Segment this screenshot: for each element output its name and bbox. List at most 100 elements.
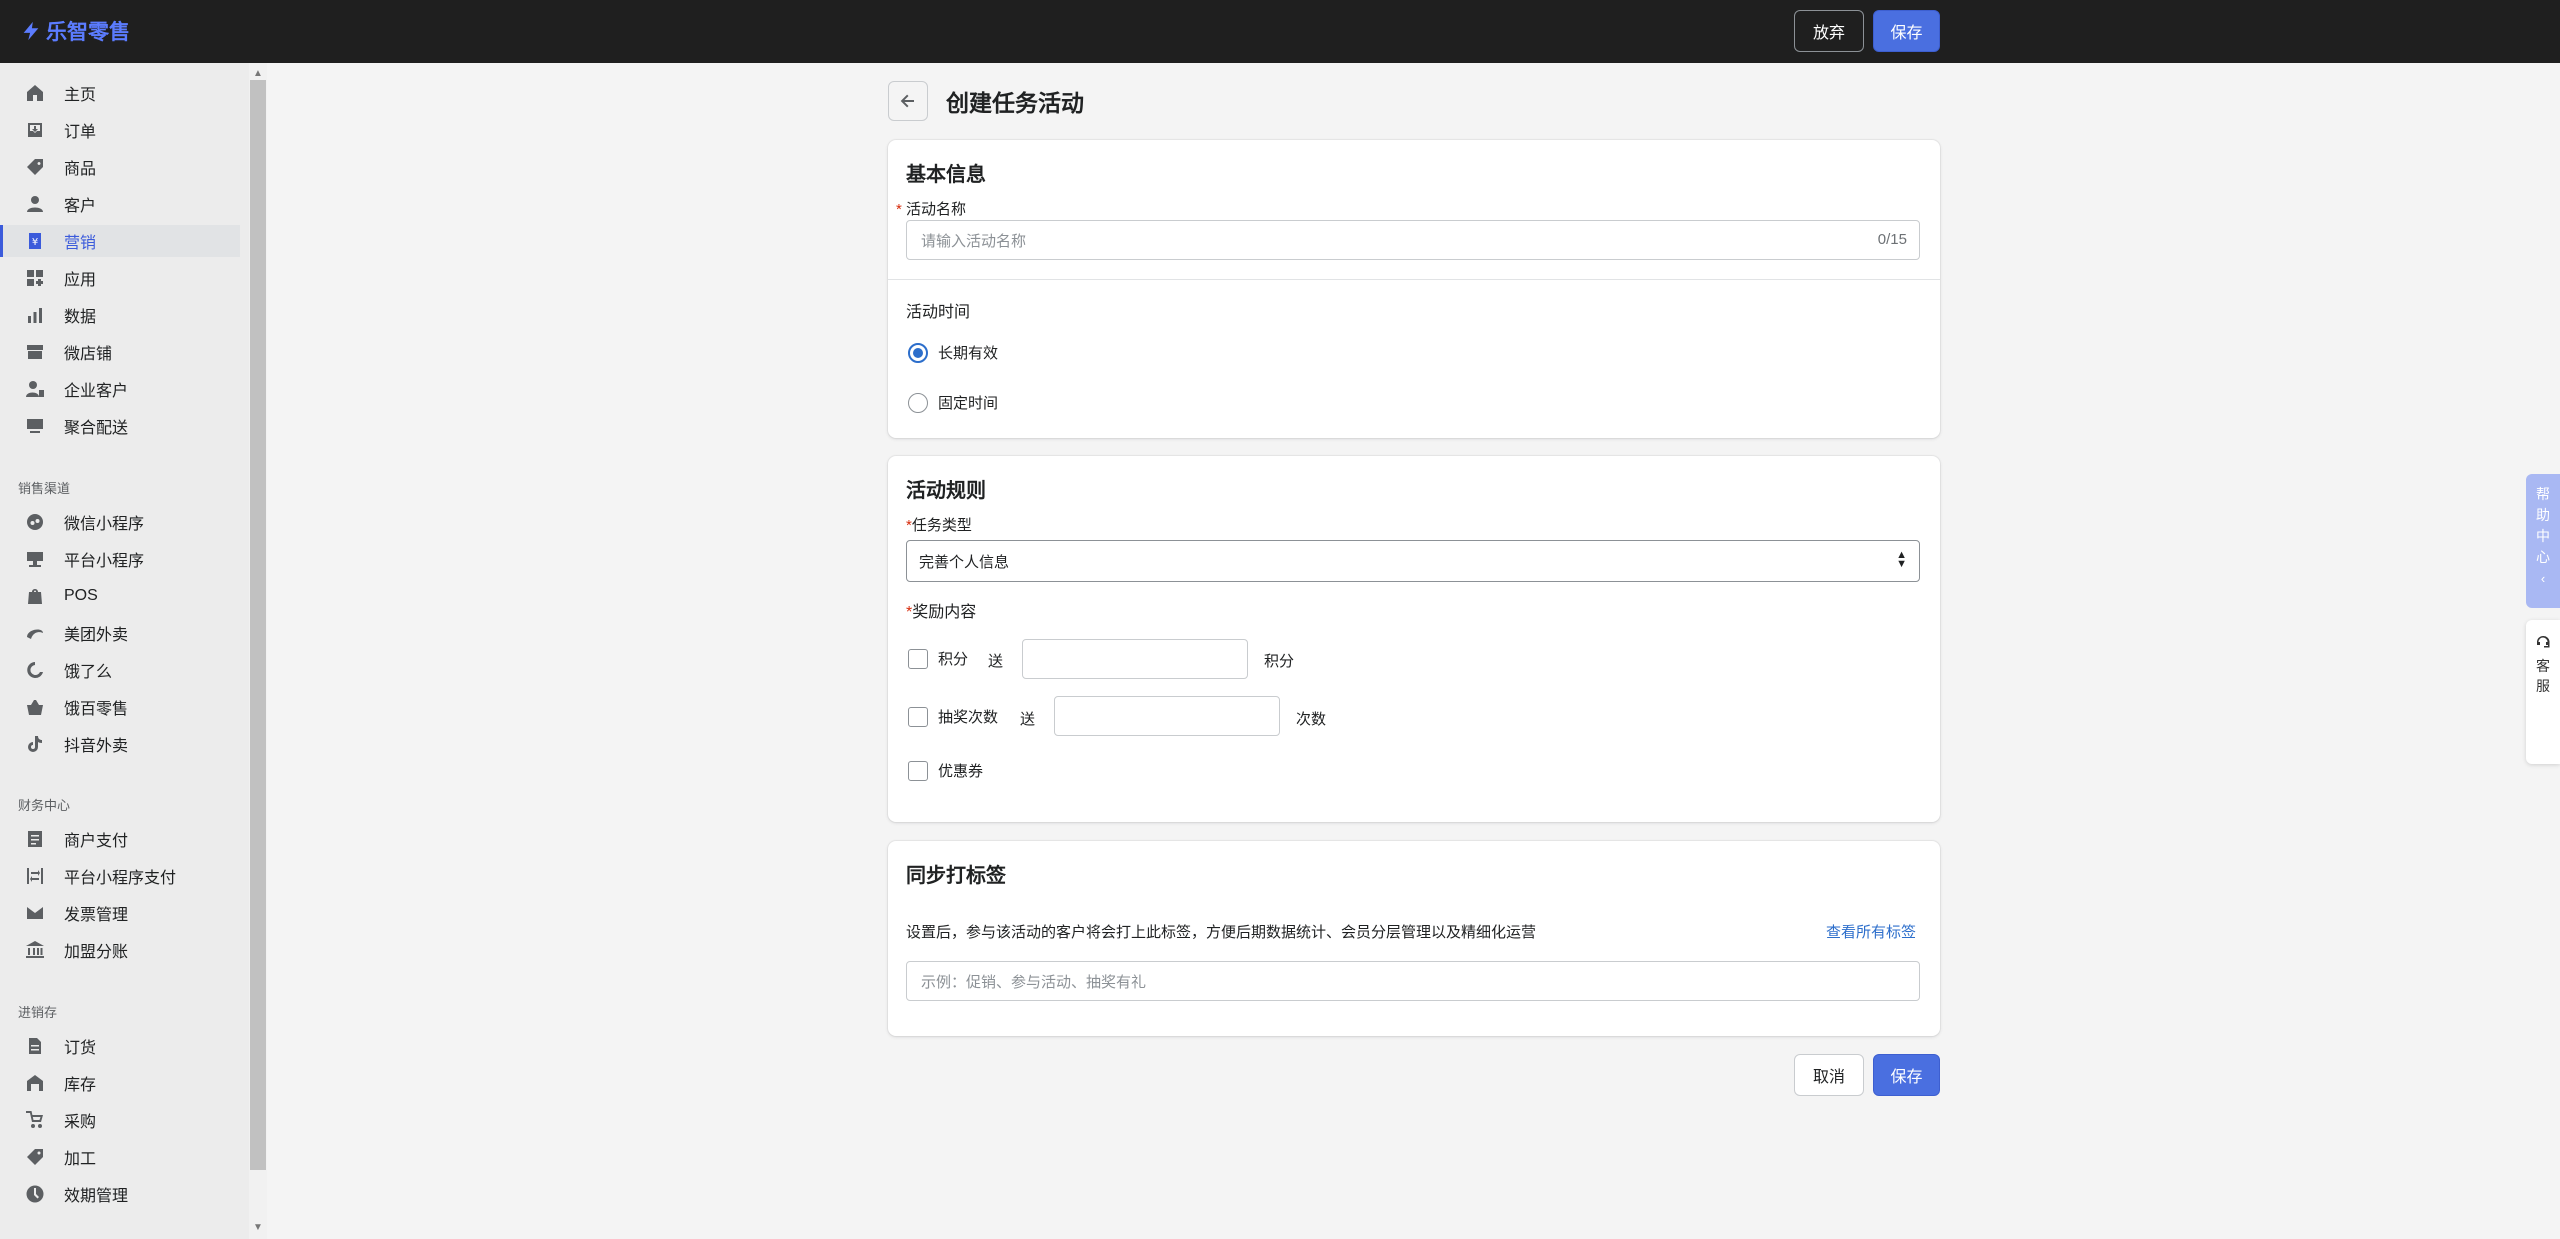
sidebar-item-label: 饿了么 — [64, 664, 113, 681]
page-title: 创建任务活动 — [946, 90, 1084, 116]
process-icon — [24, 1146, 46, 1168]
sidebar-item-data[interactable]: 数据 — [0, 299, 240, 331]
sidebar-item-wechat[interactable]: 微信小程序 — [0, 506, 240, 538]
activity-name-input[interactable]: 请输入活动名称 0/15 — [906, 220, 1920, 260]
payment-icon — [24, 828, 46, 850]
view-all-tags-link[interactable]: 查看所有标签 — [1826, 921, 1916, 942]
sidebar-scrollbar-thumb[interactable] — [250, 80, 266, 1170]
scroll-down-arrow-icon[interactable]: ▼ — [252, 1222, 264, 1234]
radio-button[interactable] — [908, 392, 928, 413]
store-icon — [24, 341, 46, 363]
sidebar-item-store[interactable]: 微店铺 — [0, 336, 240, 368]
logo-icon — [23, 21, 39, 41]
sidebar-item-douyin[interactable]: 抖音外卖 — [0, 728, 240, 760]
sidebar-item-products[interactable]: 商品 — [0, 151, 240, 183]
lottery-unit-label: 次数 — [1296, 711, 1327, 728]
top-save-button[interactable]: 保存 — [1873, 10, 1940, 52]
sidebar-item-franchise[interactable]: 加盟分账 — [0, 934, 240, 966]
sidebar-item-orders[interactable]: 订单 — [0, 114, 240, 146]
lottery-checkbox[interactable] — [908, 706, 928, 727]
apps-icon — [24, 267, 46, 289]
points-input[interactable] — [1022, 639, 1248, 679]
sidebar-item-label: 聚合配送 — [64, 420, 129, 437]
sidebar-item-ebai[interactable]: 饿百零售 — [0, 691, 240, 723]
sidebar-item-invoice[interactable]: 发票管理 — [0, 897, 240, 929]
sidebar-item-label: 饿百零售 — [64, 701, 129, 718]
logo-text: 乐智零售 — [46, 21, 130, 44]
sidebar-item-ordering[interactable]: 订货 — [0, 1030, 240, 1062]
sidebar-item-customers[interactable]: 客户 — [0, 188, 240, 220]
radio-fixed-time[interactable]: 固定时间 — [908, 392, 998, 413]
sidebar-item-stock[interactable]: 库存 — [0, 1067, 240, 1099]
sidebar-item-processing[interactable]: 加工 — [0, 1141, 240, 1173]
home-icon — [24, 82, 46, 104]
sidebar-item-apps[interactable]: 应用 — [0, 262, 240, 294]
sidebar-item-label: 加盟分账 — [64, 944, 129, 961]
wechat-miniprogram-icon — [24, 511, 46, 533]
sidebar-item-meituan[interactable]: 美团外卖 — [0, 617, 240, 649]
help-center-label: 帮助中心 — [2536, 486, 2550, 565]
back-button[interactable] — [888, 81, 928, 121]
select-arrows-icon: ▲ ▼ — [1896, 549, 1907, 570]
app-logo[interactable]: 乐智零售 — [20, 18, 130, 44]
radio-long-term[interactable]: 长期有效 — [908, 342, 998, 363]
sidebar-item-label: 数据 — [64, 309, 97, 326]
sidebar-item-pos[interactable]: POS — [0, 580, 240, 612]
sidebar-item-enterprise[interactable]: 企业客户 — [0, 373, 240, 405]
divider — [888, 279, 1940, 280]
sidebar-item-merchant-pay[interactable]: 商户支付 — [0, 823, 240, 855]
sidebar-item-label: 效期管理 — [64, 1188, 129, 1205]
sidebar-item-label: 主页 — [64, 87, 97, 104]
basic-info-card: 基本信息 * 活动名称 请输入活动名称 0/15 活动时间 长期有效 固定时间 — [888, 140, 1940, 438]
section-label-finance: 财务中心 — [18, 798, 71, 813]
sidebar-item-expiry[interactable]: 效期管理 — [0, 1178, 240, 1210]
task-type-select[interactable]: 完善个人信息 ▲ ▼ — [906, 540, 1920, 582]
purchase-icon — [24, 1109, 46, 1131]
select-value: 完善个人信息 — [919, 553, 1010, 571]
radio-label: 固定时间 — [938, 395, 999, 412]
sidebar-item-delivery[interactable]: 聚合配送 — [0, 410, 240, 442]
activity-name-label: * 活动名称 — [896, 198, 966, 219]
chevron-left-icon: ‹ — [2540, 571, 2546, 586]
sidebar-item-label: 平台小程序 — [64, 553, 145, 570]
section-title: 活动规则 — [906, 480, 986, 502]
eleme-icon — [24, 659, 46, 681]
discard-button[interactable]: 放弃 — [1794, 10, 1864, 52]
customer-service-tab[interactable]: 客服 — [2526, 620, 2560, 764]
lottery-input[interactable] — [1054, 696, 1280, 736]
delivery-icon — [24, 415, 46, 437]
sidebar-item-label: 客户 — [64, 198, 97, 215]
activity-time-label: 活动时间 — [906, 304, 971, 321]
enterprise-person-icon — [24, 378, 46, 400]
section-title: 基本信息 — [906, 164, 986, 186]
coupon-checkbox[interactable] — [908, 760, 928, 781]
person-icon — [24, 193, 46, 215]
sidebar-item-home[interactable]: 主页 — [0, 77, 240, 109]
points-checkbox[interactable] — [908, 648, 928, 669]
reward-coupon-row: 优惠券 — [908, 760, 983, 781]
transfer-icon — [24, 865, 46, 887]
tags-description: 设置后，参与该活动的客户将会打上此标签，方便后期数据统计、会员分层管理以及精细化… — [906, 924, 1537, 941]
label-text: 奖励内容 — [912, 604, 977, 621]
help-center-tab[interactable]: 帮助中心 ‹ — [2526, 474, 2560, 608]
radio-button[interactable] — [908, 342, 928, 363]
sidebar-item-platform-pay[interactable]: 平台小程序支付 — [0, 860, 240, 892]
tiktok-icon — [24, 733, 46, 755]
sidebar-item-eleme[interactable]: 饿了么 — [0, 654, 240, 686]
save-button[interactable]: 保存 — [1873, 1054, 1940, 1096]
reward-points-row: 积分 — [908, 648, 968, 669]
tags-input[interactable]: 示例：促销、参与活动、抽奖有礼 — [906, 961, 1920, 1001]
sidebar-item-label: 营销 — [64, 235, 97, 252]
cancel-button[interactable]: 取消 — [1794, 1054, 1864, 1096]
sidebar-item-label: 微信小程序 — [64, 516, 145, 533]
section-label-sales: 销售渠道 — [18, 481, 71, 496]
scroll-up-arrow-icon[interactable]: ▲ — [252, 68, 264, 80]
meituan-icon — [24, 622, 46, 644]
orders-icon — [24, 119, 46, 141]
sidebar-item-purchase[interactable]: 采购 — [0, 1104, 240, 1136]
tag-icon — [24, 156, 46, 178]
sidebar-item-marketing[interactable]: ¥ 营销 — [0, 225, 240, 257]
sidebar-item-platform-mp[interactable]: 平台小程序 — [0, 543, 240, 575]
checkbox-label: 抽奖次数 — [938, 709, 999, 726]
bar-chart-icon — [24, 304, 46, 326]
